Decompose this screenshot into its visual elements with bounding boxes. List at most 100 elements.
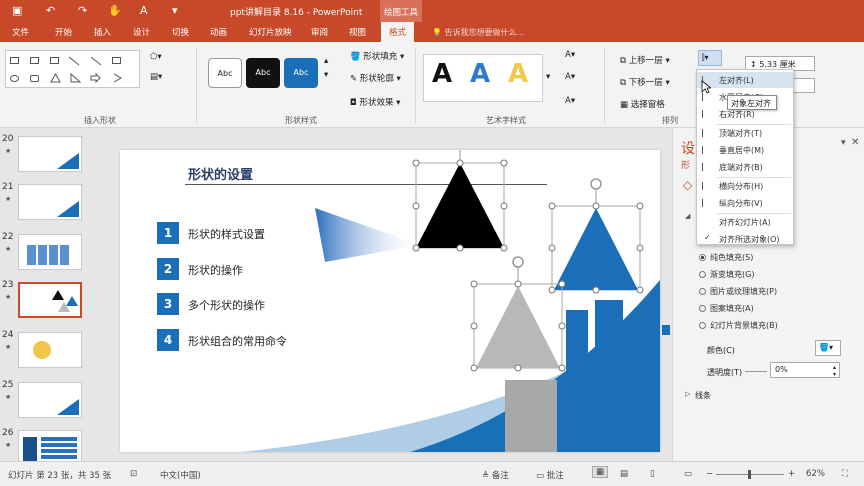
tab-view[interactable]: 视图 <box>349 26 366 38</box>
line-shape-icon[interactable] <box>68 56 80 66</box>
zoom-in-icon[interactable]: + <box>788 469 795 479</box>
menu-distribute-vertical[interactable]: 纵向分布(V) <box>697 195 793 211</box>
wordart-black[interactable]: A <box>432 59 452 89</box>
fill-option-gradient[interactable]: 渐变填充(G) <box>699 269 754 280</box>
text-effects-icon[interactable]: A▾ <box>565 96 575 106</box>
fill-option-picture[interactable]: 图片或纹理填充(P) <box>699 286 777 297</box>
spinner-icon[interactable]: ▴ ▾ <box>833 364 836 378</box>
slide-title[interactable]: 形状的设置 <box>188 164 253 183</box>
shape-effects-button[interactable]: ◘ 形状效果 ▾ <box>350 96 400 108</box>
list-item-text[interactable]: 形状组合的常用命令 <box>188 333 287 349</box>
thumbnail-slide-24[interactable] <box>18 332 82 368</box>
zoom-level[interactable]: 62% <box>806 469 825 479</box>
shape-outline-button[interactable]: ✎ 形状轮廓 ▾ <box>350 72 401 84</box>
tab-design[interactable]: 设计 <box>133 26 150 38</box>
font-color-icon[interactable]: A <box>140 4 148 17</box>
selection-pane-button[interactable]: ▦ 选择窗格 <box>620 98 665 110</box>
line-section-label[interactable]: 线条 <box>695 390 711 401</box>
black-triangle-shape[interactable] <box>406 150 510 256</box>
send-backward-button[interactable]: ⧉ 下移一层 ▾ <box>620 76 670 88</box>
menu-align-top[interactable]: 顶端对齐(T) <box>697 125 793 141</box>
rounded-rect-shape-icon[interactable] <box>30 75 39 82</box>
spellcheck-icon[interactable]: ⊡ <box>130 469 137 479</box>
wordart-more-icon[interactable]: ▾ <box>546 72 550 82</box>
arrow-right-shape-icon[interactable] <box>90 73 101 83</box>
menu-align-selected-objects[interactable]: ✓ 对齐所选对象(O) <box>697 231 793 247</box>
chevron-shape-icon[interactable] <box>112 73 123 83</box>
close-icon[interactable]: ✕ <box>851 137 859 148</box>
arrow-shape-icon[interactable] <box>90 56 102 66</box>
normal-view-icon[interactable]: ▦ <box>592 466 609 478</box>
language-indicator[interactable]: 中文(中国) <box>160 469 201 481</box>
thumbnail-slide-22[interactable] <box>18 234 82 270</box>
shape-style-black[interactable]: Abc <box>246 58 280 88</box>
edit-shape-icon[interactable]: ⬠▾ <box>150 52 162 62</box>
rectangle-shape-icon[interactable] <box>50 57 59 64</box>
tab-format[interactable]: 格式 <box>381 22 415 42</box>
comments-button[interactable]: ▭ 批注 <box>536 469 564 481</box>
thumbnail-slide-25[interactable] <box>18 382 82 418</box>
shape-style-blue[interactable]: Abc <box>284 58 318 88</box>
reading-view-icon[interactable]: ▯ <box>650 469 655 479</box>
oval-shape-icon[interactable] <box>10 75 19 82</box>
customize-toolbar-icon[interactable]: ▾ <box>172 4 178 17</box>
list-item-text[interactable]: 形状的样式设置 <box>188 226 265 242</box>
zoom-out-icon[interactable]: − <box>706 469 713 479</box>
expand-arrow-icon[interactable]: ▷ <box>685 390 690 398</box>
slide-sorter-icon[interactable]: ▤ <box>620 469 628 479</box>
text-fill-icon[interactable]: A▾ <box>565 50 575 60</box>
transparency-input[interactable]: 0% ▴ ▾ <box>770 362 840 378</box>
tab-home[interactable]: 开始 <box>55 26 72 38</box>
tell-me-search[interactable]: 💡 告诉我您想要做什么... <box>432 27 524 38</box>
wordart-gallery[interactable]: A A A <box>423 54 543 102</box>
slideshow-icon[interactable]: ▭ <box>684 469 692 479</box>
thumbnail-slide-20[interactable] <box>18 136 82 172</box>
text-box-icon[interactable]: ▤▾ <box>150 72 162 82</box>
list-item-text[interactable]: 形状的操作 <box>188 262 243 278</box>
thumbnail-slide-21[interactable] <box>18 184 82 220</box>
gray-triangle-shape[interactable] <box>468 254 566 374</box>
wordart-yellow[interactable]: A <box>508 59 528 89</box>
tab-animations[interactable]: 动画 <box>210 26 227 38</box>
menu-align-left[interactable]: 左对齐(L) <box>697 72 793 88</box>
notes-button[interactable]: ≜ 备注 <box>482 469 509 481</box>
rect-shape-icon[interactable] <box>112 57 121 64</box>
fill-option-slide-background[interactable]: 幻灯片背景填充(B) <box>699 320 778 331</box>
vertical-textbox-shape-icon[interactable] <box>30 57 39 64</box>
touch-mode-icon[interactable]: ✋ <box>108 4 122 17</box>
tab-transitions[interactable]: 切换 <box>172 26 189 38</box>
fill-option-pattern[interactable]: 图案填充(A) <box>699 303 754 314</box>
wordart-blue[interactable]: A <box>470 59 490 89</box>
tab-slideshow[interactable]: 幻灯片放映 <box>249 26 292 38</box>
thumbnail-slide-23[interactable] <box>18 282 82 318</box>
transparency-slider[interactable] <box>745 371 767 372</box>
shape-fill-button[interactable]: 🪣 形状填充 ▾ <box>350 50 404 62</box>
fit-to-window-icon[interactable]: ⛶ <box>842 469 848 479</box>
menu-align-bottom[interactable]: 底端对齐(B) <box>697 159 793 175</box>
list-item-text[interactable]: 多个形状的操作 <box>188 297 265 313</box>
menu-align-to-slide[interactable]: 对齐幻灯片(A) <box>697 214 793 230</box>
shape-style-white[interactable]: Abc <box>208 58 242 88</box>
save-icon[interactable]: ▣ <box>12 4 22 17</box>
align-button[interactable]: ⫿▾ <box>698 50 722 66</box>
pane-options-icon[interactable]: ▾ <box>841 138 846 148</box>
fill-color-picker[interactable]: 🪣▾ <box>815 340 841 356</box>
tab-review[interactable]: 审阅 <box>311 26 328 38</box>
tab-insert[interactable]: 插入 <box>94 26 111 38</box>
tab-file[interactable]: 文件 <box>12 26 29 38</box>
bring-forward-button[interactable]: ⧉ 上移一层 ▾ <box>620 54 670 66</box>
fill-line-icon[interactable]: ◇ <box>683 178 692 192</box>
text-outline-icon[interactable]: A▾ <box>565 72 575 82</box>
menu-align-middle[interactable]: 垂直居中(M) <box>697 142 793 158</box>
triangle-shape-icon[interactable] <box>50 73 61 83</box>
redo-icon[interactable]: ↷ <box>78 4 87 17</box>
styles-more-icon[interactable]: ▾ <box>324 70 328 80</box>
styles-scroll-up-icon[interactable]: ▴ <box>324 56 328 66</box>
collapse-arrow-icon[interactable]: ◢ <box>685 212 690 220</box>
menu-distribute-horizontal[interactable]: 横向分布(H) <box>697 178 793 194</box>
slide-canvas[interactable]: 形状的设置 1 形状的样式设置 2 形状的操作 3 多个形状的操作 4 形状组合… <box>120 150 660 452</box>
fill-option-solid[interactable]: 纯色填充(S) <box>699 252 753 263</box>
right-triangle-shape-icon[interactable] <box>70 73 81 83</box>
undo-icon[interactable]: ↶ <box>46 4 55 17</box>
zoom-slider-thumb[interactable] <box>748 470 751 479</box>
